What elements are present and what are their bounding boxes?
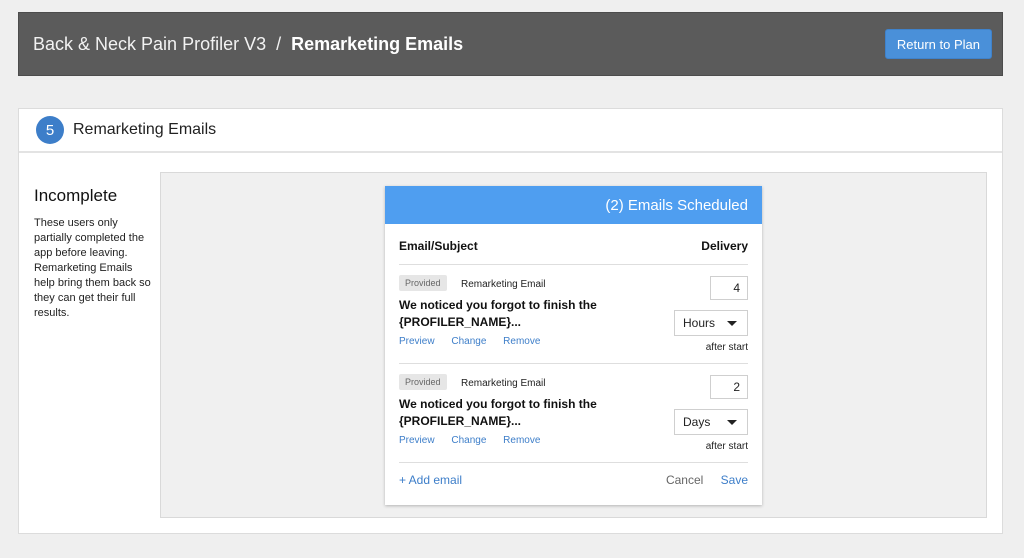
- card-footer: + Add email Cancel Save: [399, 463, 748, 487]
- remove-link[interactable]: Remove: [503, 336, 540, 347]
- breadcrumb: Back & Neck Pain Profiler V3 / Remarketi…: [33, 34, 463, 55]
- column-header-delivery: Delivery: [701, 239, 748, 253]
- delivery-unit-select[interactable]: Hours: [674, 310, 748, 336]
- section-title: Remarketing Emails: [73, 121, 217, 138]
- email-name: Remarketing Email: [461, 378, 546, 389]
- provided-badge: Provided: [399, 374, 447, 390]
- delivery-unit-select[interactable]: Days: [674, 409, 748, 435]
- status-description: These users only partially completed the…: [34, 217, 151, 319]
- preview-link[interactable]: Preview: [399, 435, 435, 446]
- delivery-amount-input[interactable]: [710, 375, 748, 399]
- caret-down-icon: [727, 419, 737, 425]
- email-row: Provided Remarketing Email We noticed yo…: [399, 364, 748, 463]
- breadcrumb-project[interactable]: Back & Neck Pain Profiler V3: [33, 34, 266, 55]
- page-title: Remarketing Emails: [291, 33, 464, 54]
- delivery-amount-input[interactable]: [710, 276, 748, 300]
- panel-header: 5 Remarketing Emails: [19, 109, 1002, 153]
- add-email-button[interactable]: + Add email: [399, 473, 462, 487]
- preview-link[interactable]: Preview: [399, 336, 435, 347]
- delivery-unit-value: Days: [683, 415, 711, 429]
- email-subject: We noticed you forgot to finish the {PRO…: [399, 298, 597, 329]
- email-actions: Preview Change Remove: [399, 435, 554, 446]
- email-name: Remarketing Email: [461, 279, 546, 290]
- card-header: (2) Emails Scheduled: [385, 186, 762, 224]
- after-start-label: after start: [705, 441, 748, 452]
- email-actions: Preview Change Remove: [399, 336, 554, 347]
- save-button[interactable]: Save: [721, 473, 748, 487]
- return-to-plan-button[interactable]: Return to Plan: [884, 29, 992, 59]
- remarketing-panel: 5 Remarketing Emails Incomplete These us…: [18, 108, 1003, 534]
- after-start-label: after start: [705, 342, 748, 353]
- breadcrumb-separator: /: [276, 33, 282, 54]
- email-row: Provided Remarketing Email We noticed yo…: [399, 265, 748, 364]
- step-number-badge: 5: [36, 116, 64, 144]
- delivery-unit-value: Hours: [683, 316, 716, 330]
- top-bar: Back & Neck Pain Profiler V3 / Remarketi…: [18, 12, 1003, 76]
- provided-badge: Provided: [399, 275, 447, 291]
- email-canvas: (2) Emails Scheduled Email/Subject Deliv…: [160, 172, 987, 518]
- column-headers: Email/Subject Delivery: [399, 224, 748, 265]
- status-heading: Incomplete: [34, 186, 118, 205]
- email-subject: We noticed you forgot to finish the {PRO…: [399, 397, 597, 428]
- status-sidebar: Incomplete These users only partially co…: [34, 186, 154, 321]
- change-link[interactable]: Change: [451, 336, 486, 347]
- cancel-button[interactable]: Cancel: [666, 473, 703, 487]
- caret-down-icon: [727, 320, 737, 326]
- column-header-subject: Email/Subject: [399, 239, 478, 253]
- email-schedule-card: (2) Emails Scheduled Email/Subject Deliv…: [385, 186, 762, 505]
- remove-link[interactable]: Remove: [503, 435, 540, 446]
- change-link[interactable]: Change: [451, 435, 486, 446]
